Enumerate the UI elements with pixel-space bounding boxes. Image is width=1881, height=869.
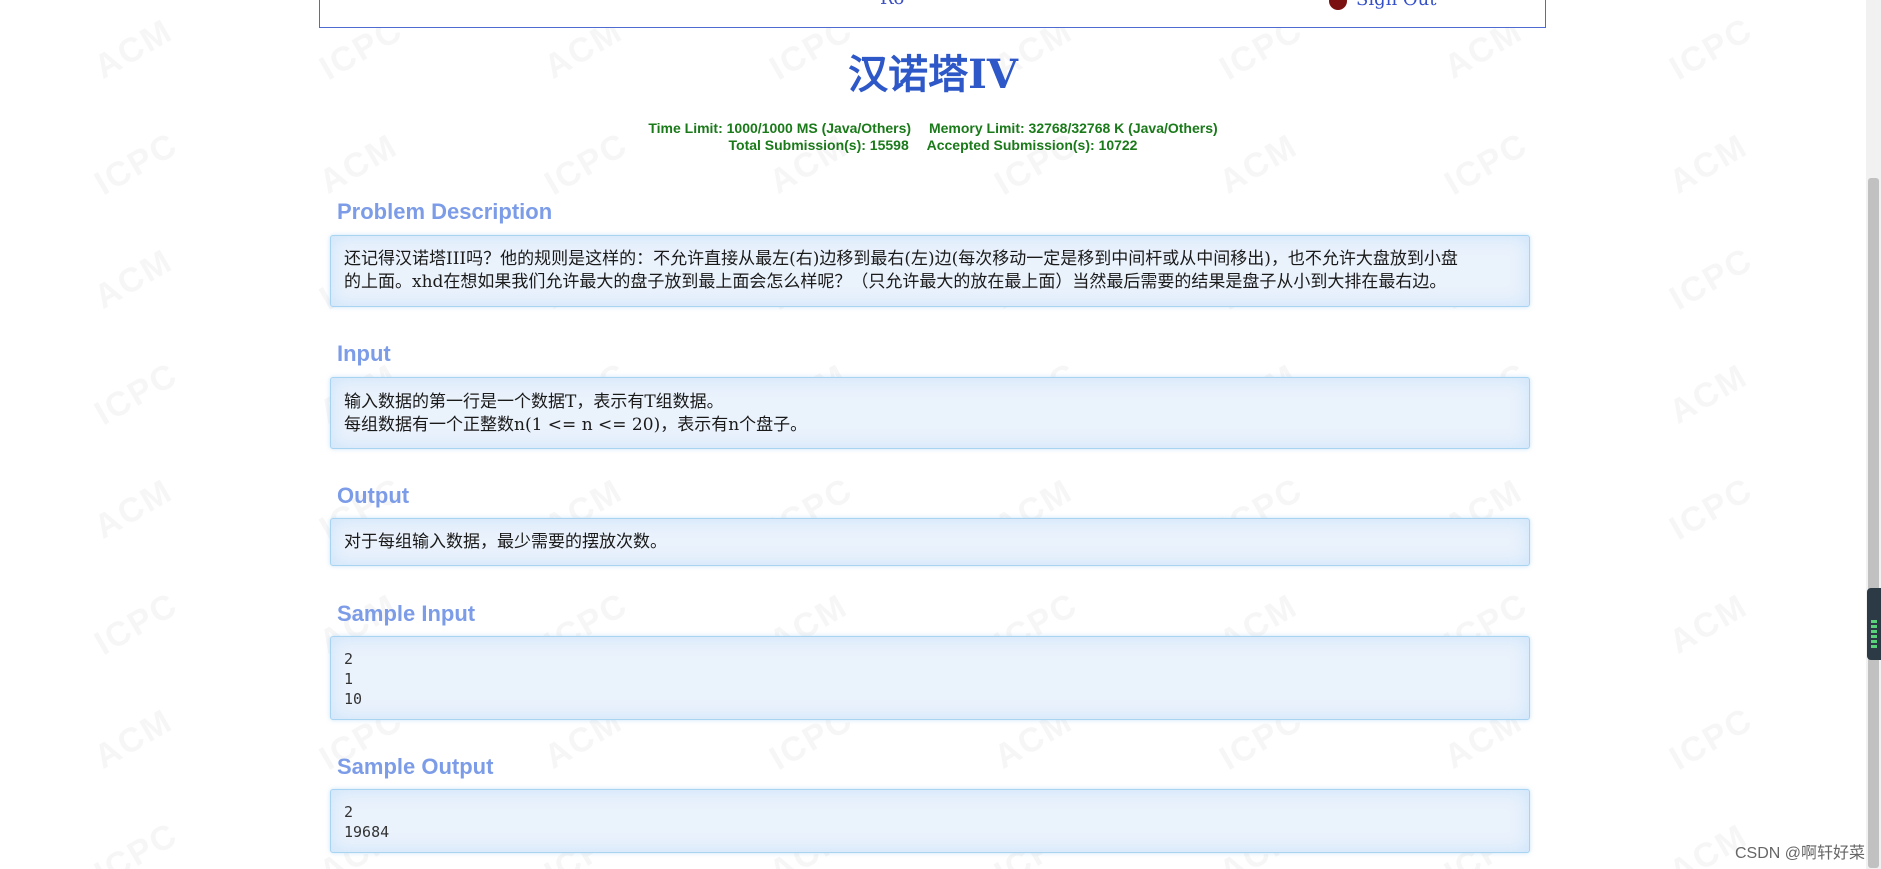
accepted-submissions: Accepted Submission(s): 10722	[926, 137, 1138, 153]
input-line: 每组数据有一个正整数n(1 <= n <= 20)，表示有n个盘子。	[344, 415, 808, 435]
memory-limit: Memory Limit: 32768/32768 K (Java/Others…	[928, 120, 1218, 136]
problem-limits: Time Limit: 1000/1000 MS (Java/Others) M…	[0, 120, 1866, 154]
sample-output-line: 2	[344, 803, 354, 821]
description-line: 的上面。xhd在想如果我们允许最大的盘子放到最上面会怎么样呢？（只允许最大的放在…	[344, 272, 1447, 292]
limits-row-1: Time Limit: 1000/1000 MS (Java/Others) M…	[0, 120, 1866, 137]
problem-description-title: Problem Description	[337, 199, 553, 224]
side-widget-icon[interactable]	[1867, 588, 1881, 660]
watermark-text: ICPC	[1663, 470, 1760, 548]
watermark-text: ACM	[87, 701, 180, 777]
signal-bars-icon	[1871, 620, 1877, 650]
sample-output-title: Sample Output	[337, 754, 494, 779]
problem-title: 汉诺塔IV	[848, 51, 1018, 98]
watermark-text: ICPC	[1663, 240, 1760, 318]
header-partial-text: Ro	[880, 0, 904, 9]
watermark-text: ICPC	[1663, 700, 1760, 778]
sample-input-title: Sample Input	[337, 601, 476, 626]
watermark-text: ICPC	[88, 585, 185, 663]
sample-input-line: 2	[344, 650, 354, 668]
scrollbar-thumb[interactable]	[1868, 178, 1879, 868]
output-line: 对于每组输入数据，最少需要的摆放次数。	[344, 532, 667, 552]
input-title: Input	[337, 341, 391, 366]
problem-description-panel: 还记得汉诺塔III吗？他的规则是这样的：不允许直接从最左(右)边移到最右(左)边…	[330, 235, 1530, 307]
limits-row-2: Total Submission(s): 15598 Accepted Subm…	[0, 137, 1866, 154]
watermark-text: ACM	[1662, 586, 1755, 662]
input-line: 输入数据的第一行是一个数据T，表示有T组数据。	[344, 392, 724, 412]
watermark-text: ACM	[87, 241, 180, 317]
watermark-text: ACM	[1662, 356, 1755, 432]
description-line: 还记得汉诺塔III吗？他的规则是这样的：不允许直接从最左(右)边移到最右(左)边…	[344, 249, 1458, 269]
watermark-text: ICPC	[88, 355, 185, 433]
sample-output-panel: 2 19684	[330, 789, 1530, 853]
input-panel: 输入数据的第一行是一个数据T，表示有T组数据。 每组数据有一个正整数n(1 <=…	[330, 377, 1530, 449]
sample-input-line: 1	[344, 670, 354, 688]
output-title: Output	[337, 483, 410, 508]
sample-output-line: 19684	[344, 823, 390, 841]
time-limit: Time Limit: 1000/1000 MS (Java/Others)	[648, 120, 912, 136]
csdn-credit: CSDN @啊轩好菜	[1734, 845, 1865, 862]
output-panel: 对于每组输入数据，最少需要的摆放次数。	[330, 518, 1530, 566]
sample-input-line: 10	[344, 690, 363, 708]
total-submissions: Total Submission(s): 15598	[728, 137, 909, 153]
sample-input-panel: 2 1 10	[330, 636, 1530, 720]
sign-out-link[interactable]: Sign Out	[1356, 0, 1437, 10]
watermark-text: ICPC	[88, 815, 185, 869]
watermark-text: ACM	[87, 471, 180, 547]
